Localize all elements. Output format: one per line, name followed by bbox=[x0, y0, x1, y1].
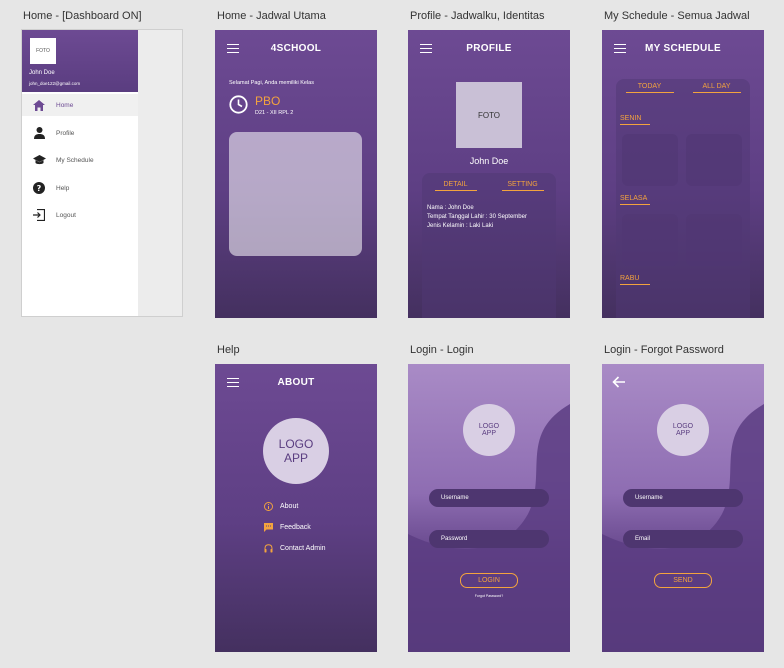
drawer-item-label: My Schedule bbox=[56, 156, 94, 164]
forgot-password-link[interactable]: Forgot Password? bbox=[408, 594, 570, 598]
drawer-item-home[interactable]: Home bbox=[22, 94, 138, 116]
tab-all-day[interactable]: ALL DAY bbox=[692, 83, 741, 93]
feedback-icon bbox=[263, 522, 273, 532]
profile-nama: Nama : John Doe bbox=[427, 205, 474, 211]
person-icon bbox=[32, 126, 46, 140]
schedule-slot[interactable] bbox=[686, 134, 742, 186]
frame-title-dashboard: Home - [Dashboard ON] bbox=[23, 10, 142, 22]
about-screen: ABOUT LOGO APP About Feedback Contact Ad… bbox=[215, 364, 377, 652]
schedule-slot[interactable] bbox=[622, 214, 678, 266]
svg-text:?: ? bbox=[37, 184, 42, 193]
subject-name: PBO bbox=[255, 94, 281, 108]
email-input[interactable]: Email bbox=[623, 530, 743, 548]
greeting-text: Selamat Pagi, Anda memiliki Kelas bbox=[229, 80, 314, 86]
info-icon bbox=[263, 501, 273, 511]
app-logo: LOGO APP bbox=[657, 404, 709, 456]
frame-title-home: Home - Jadwal Utama bbox=[217, 10, 326, 22]
schedule-screen: MY SCHEDULE TODAY ALL DAY SENIN SELASA R… bbox=[602, 30, 764, 318]
app-logo-line1: LOGO bbox=[478, 423, 500, 430]
login-screen: LOGO APP Username Password LOGIN Forgot … bbox=[408, 364, 570, 652]
page-title: PROFILE bbox=[466, 43, 512, 54]
app-logo: LOGO APP bbox=[463, 404, 515, 456]
avatar[interactable]: FOTO bbox=[30, 38, 56, 64]
drawer-item-profile[interactable]: Profile bbox=[22, 122, 138, 144]
user-name: John Doe bbox=[29, 70, 55, 76]
profile-screen: PROFILE FOTO John Doe DETAIL SETTING Nam… bbox=[408, 30, 570, 318]
help-icon: ? bbox=[32, 181, 46, 195]
app-logo-line1: LOGO bbox=[672, 423, 694, 430]
logout-icon bbox=[32, 208, 46, 222]
profile-card: DETAIL SETTING Nama : John Doe Tempat Ta… bbox=[422, 173, 556, 318]
app-logo: LOGO APP bbox=[263, 418, 329, 484]
profile-ttl: Tempat Tanggal Lahir : 30 September bbox=[427, 214, 527, 220]
app-logo-line2: APP bbox=[481, 430, 496, 437]
page-title: ABOUT bbox=[277, 377, 315, 388]
profile-name: John Doe bbox=[469, 156, 509, 166]
frame-title-login: Login - Login bbox=[410, 344, 474, 356]
login-button[interactable]: LOGIN bbox=[460, 573, 518, 588]
contact-admin-link[interactable]: Contact Admin bbox=[263, 543, 326, 553]
day-label-selasa: SELASA bbox=[620, 195, 650, 205]
forgot-screen: LOGO APP Username Email SEND bbox=[602, 364, 764, 652]
frame-title-schedule: My Schedule - Semua Jadwal bbox=[604, 10, 750, 22]
tab-detail[interactable]: DETAIL bbox=[434, 181, 477, 191]
about-item-label: Feedback bbox=[280, 523, 311, 531]
drawer-item-logout[interactable]: Logout bbox=[22, 204, 138, 226]
navigation-drawer: FOTO John Doe john_doe122@gmail.com Home… bbox=[22, 30, 138, 316]
tab-today[interactable]: TODAY bbox=[625, 83, 674, 93]
drawer-item-label: Logout bbox=[56, 211, 76, 219]
about-item-label: Contact Admin bbox=[280, 544, 326, 552]
day-label-senin: SENIN bbox=[620, 115, 650, 125]
home-screen: 4SCHOOL Selamat Pagi, Anda memiliki Kela… bbox=[215, 30, 377, 318]
school-icon bbox=[32, 153, 46, 167]
schedule-card[interactable] bbox=[229, 132, 362, 256]
feedback-link[interactable]: Feedback bbox=[263, 522, 311, 532]
drawer-item-label: Home bbox=[56, 101, 74, 109]
frame-title-help: Help bbox=[217, 344, 240, 356]
home-icon bbox=[32, 98, 46, 112]
username-input[interactable]: Username bbox=[623, 489, 743, 507]
class-room: D21 - XII RPL 2 bbox=[255, 110, 294, 116]
drawer-item-label: Profile bbox=[56, 129, 75, 137]
app-title: 4SCHOOL bbox=[270, 43, 322, 54]
dashboard-screen: FOTO John Doe john_doe122@gmail.com Home… bbox=[21, 29, 183, 317]
username-input[interactable]: Username bbox=[429, 489, 549, 507]
profile-jk: Jenis Kelamin : Laki Laki bbox=[427, 223, 494, 229]
tab-setting[interactable]: SETTING bbox=[501, 181, 544, 191]
back-arrow-icon[interactable] bbox=[612, 375, 626, 393]
frame-title-forgot: Login - Forgot Password bbox=[604, 344, 724, 356]
password-input[interactable]: Password bbox=[429, 530, 549, 548]
profile-photo[interactable]: FOTO bbox=[456, 82, 522, 148]
send-button[interactable]: SEND bbox=[654, 573, 712, 588]
user-email: john_doe122@gmail.com bbox=[29, 81, 81, 86]
drawer-item-schedule[interactable]: My Schedule bbox=[22, 149, 138, 171]
drawer-scrim[interactable] bbox=[138, 30, 182, 316]
day-label-rabu: RABU bbox=[620, 275, 650, 285]
drawer-item-label: Help bbox=[56, 184, 70, 192]
headset-icon bbox=[263, 543, 273, 553]
drawer-item-help[interactable]: ? Help bbox=[22, 177, 138, 199]
schedule-slot[interactable] bbox=[622, 134, 678, 186]
app-logo-line1: LOGO bbox=[278, 437, 314, 451]
frame-title-profile: Profile - Jadwalku, Identitas bbox=[410, 10, 545, 22]
clock-icon bbox=[229, 95, 248, 119]
app-logo-line2: APP bbox=[675, 430, 690, 437]
about-link[interactable]: About bbox=[263, 501, 298, 511]
app-logo-line2: APP bbox=[283, 451, 308, 465]
page-title: MY SCHEDULE bbox=[645, 43, 721, 54]
drawer-header: FOTO John Doe john_doe122@gmail.com bbox=[22, 30, 138, 92]
schedule-slot[interactable] bbox=[686, 214, 742, 266]
about-item-label: About bbox=[280, 502, 299, 510]
